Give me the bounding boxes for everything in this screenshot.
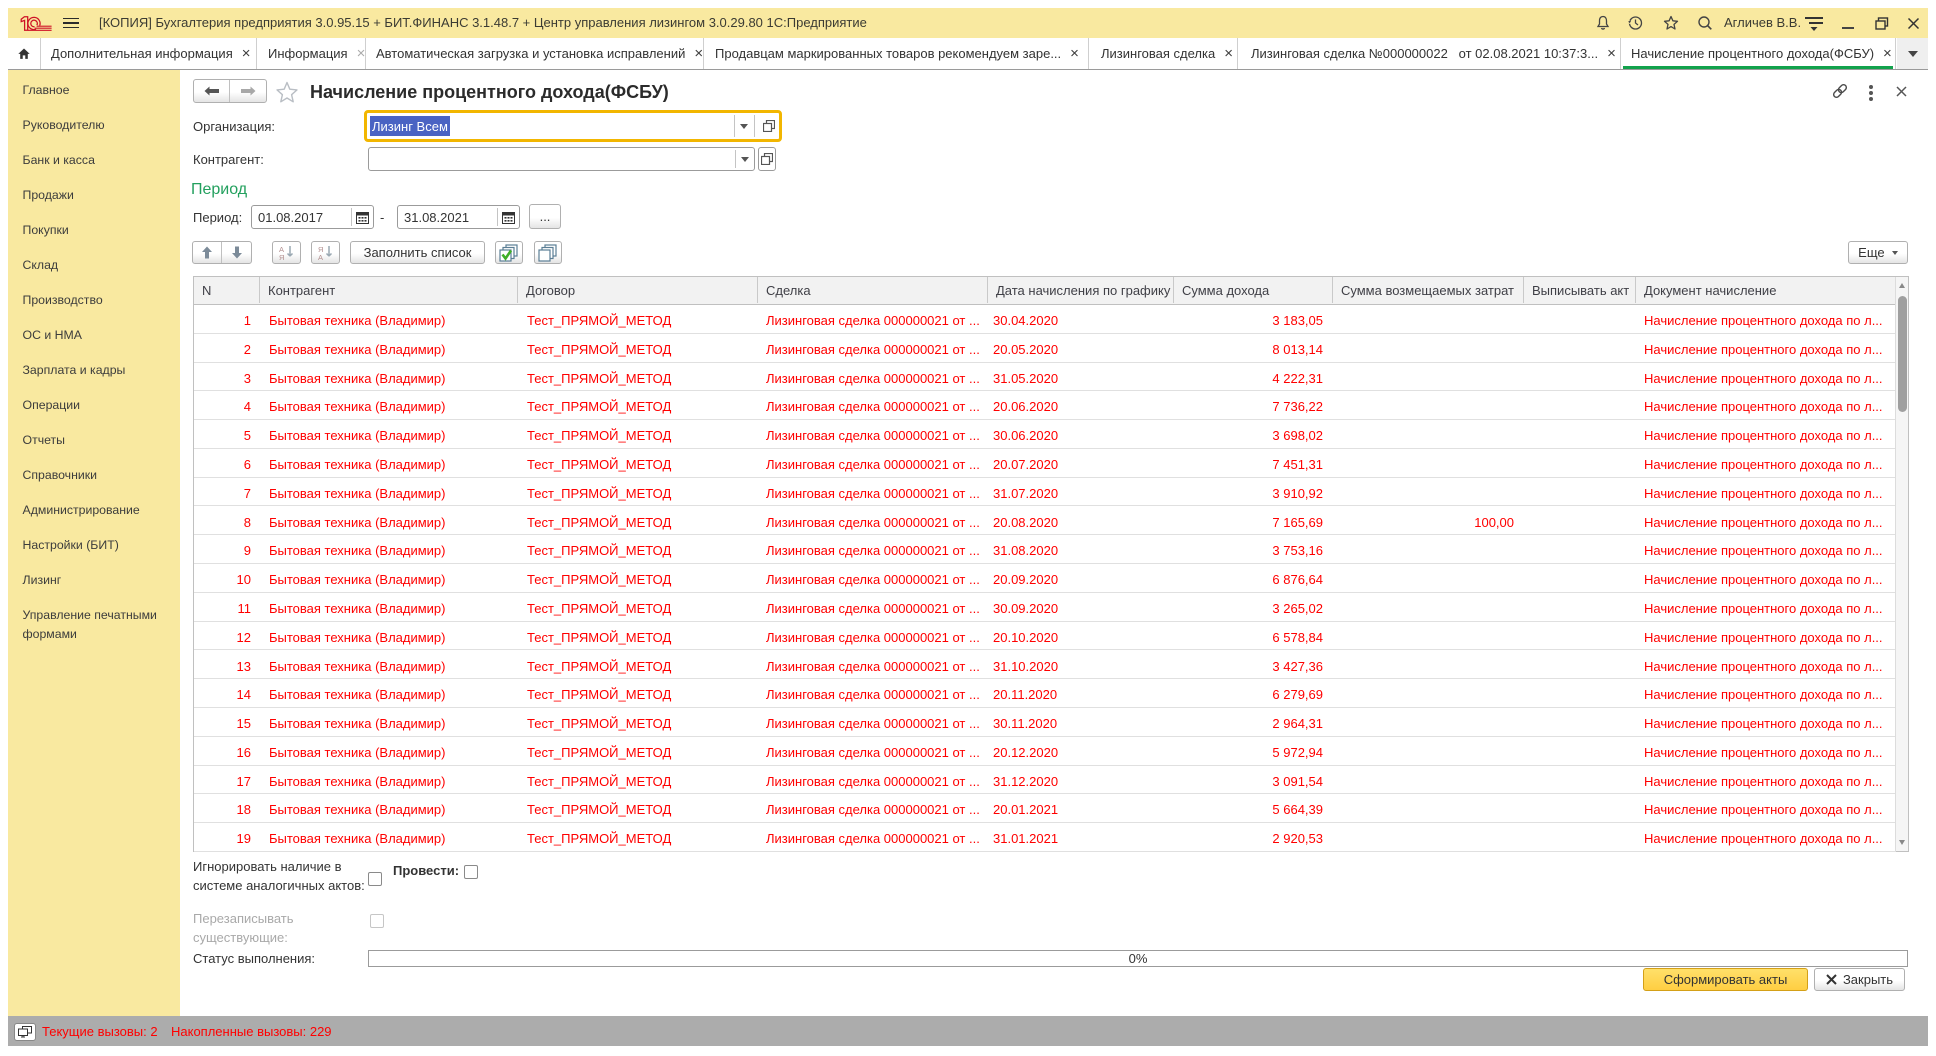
svg-text:А: А xyxy=(318,253,323,260)
svg-text:Я: Я xyxy=(279,253,284,260)
